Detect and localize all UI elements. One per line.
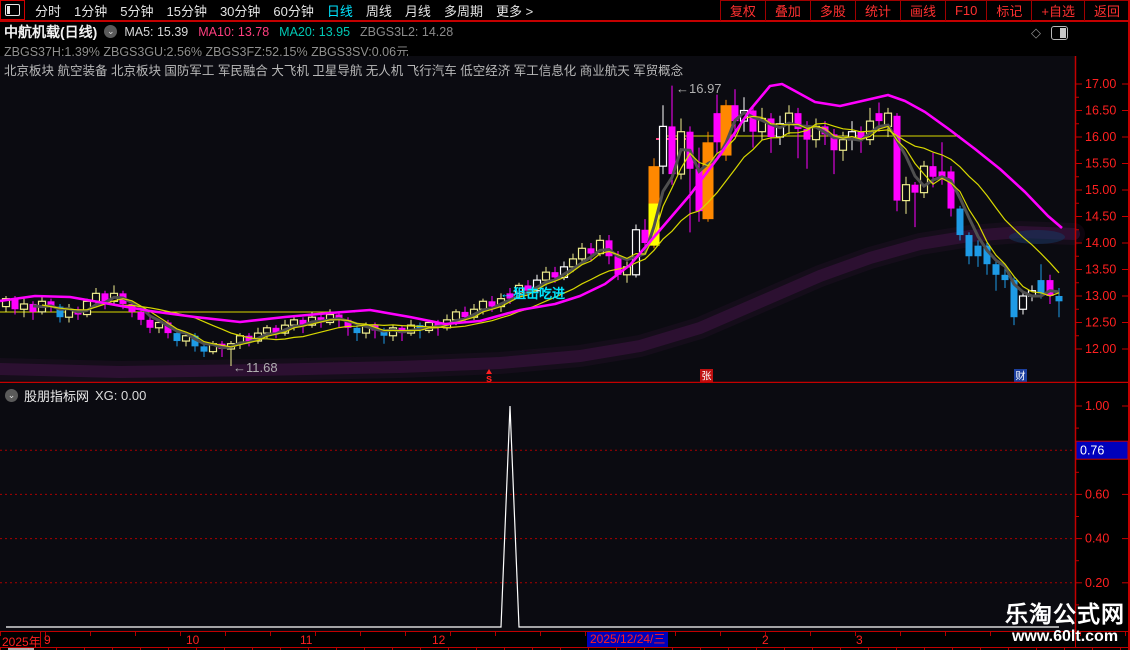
- month-label: 3: [856, 633, 863, 647]
- month-label: 9: [44, 633, 51, 647]
- month-label: 11: [300, 633, 313, 647]
- toolbar-action-button[interactable]: 多股: [809, 0, 855, 21]
- period-tab[interactable]: 1分钟: [74, 1, 107, 20]
- svg-text:13.00: 13.00: [1085, 289, 1116, 303]
- svg-text:0.76: 0.76: [1080, 444, 1104, 458]
- ma-value-list: MA5: 15.39 MA10: 13.78 MA20: 13.95 ZBGS3L2:…: [124, 25, 453, 39]
- svg-text:张: 张: [702, 371, 712, 383]
- svg-text:财: 财: [1016, 370, 1026, 383]
- toolbar-action-button[interactable]: 复权: [719, 0, 765, 21]
- date-axis[interactable]: 2025年 9 10 11 12 2 3 2025/12/24/三: [0, 631, 1129, 649]
- toolbar-action-button[interactable]: 返回: [1083, 0, 1130, 21]
- ma-value: MA5: 15.39: [124, 24, 189, 39]
- watermark: 乐淘公式网 www.60lt.com: [1001, 601, 1129, 646]
- toolbar-action-button[interactable]: 画线: [899, 0, 945, 21]
- svg-text:←狙击吃进: ←狙击吃进: [500, 286, 565, 301]
- period-tab[interactable]: 月线: [405, 1, 431, 20]
- period-toolbar: 分时 1分钟 5分钟 15分钟 30分钟 60分钟 日线 周线 月线 多周期 更多 > 复权 叠加 多股…: [0, 0, 1130, 22]
- toolbar-action-list: 复权 叠加 多股 统计 画线 F10 标记 +自选 返回: [719, 0, 1130, 21]
- period-tab[interactable]: 60分钟: [273, 1, 313, 20]
- svg-text:←11.68: ←11.68: [233, 360, 278, 375]
- svg-text:13.50: 13.50: [1085, 263, 1116, 277]
- svg-text:0.20: 0.20: [1085, 576, 1109, 590]
- svg-text:14.00: 14.00: [1085, 236, 1116, 250]
- sector-tags-line[interactable]: 北京板块 航空装备 北京板块 国防军工 军民融合 大飞机 卫星导航 无人机 飞行…: [4, 60, 683, 79]
- month-label: 2: [762, 633, 769, 647]
- svg-text:0.60: 0.60: [1085, 487, 1109, 501]
- svg-text:15.50: 15.50: [1085, 157, 1116, 171]
- period-tab[interactable]: 多周期: [444, 1, 483, 20]
- sub-indicator-chart[interactable]: 1.00 0.60 0.40 0.20 0.76: [0, 383, 1130, 631]
- ma-value: ZBGS3L2: 14.28: [360, 24, 454, 39]
- toolbar-action-button[interactable]: 统计: [854, 0, 900, 21]
- axis-divider: [40, 632, 41, 647]
- period-tab[interactable]: 周线: [366, 1, 392, 20]
- period-tab[interactable]: 分时: [35, 1, 61, 20]
- period-tab-list: 分时 1分钟 5分钟 15分钟 30分钟 60分钟 日线 周线 月线 多周期 更多 >: [35, 1, 720, 20]
- toolbar-action-button[interactable]: 叠加: [764, 0, 810, 21]
- split-window-icon[interactable]: [1051, 26, 1068, 40]
- toolbar-action-button[interactable]: F10: [944, 0, 986, 21]
- chart-header-icons: ◇: [1031, 25, 1068, 41]
- month-label: 12: [432, 633, 446, 647]
- ma-value: MA20: 13.95: [279, 24, 351, 39]
- tdx-stock-app-window: 分时 1分钟 5分钟 15分钟 30分钟 60分钟 日线 周线 月线 多周期 更多 > 复权 叠加 多股…: [0, 0, 1130, 650]
- period-tab[interactable]: 30分钟: [220, 1, 260, 20]
- period-tab[interactable]: 日线: [327, 1, 353, 20]
- svg-text:16.50: 16.50: [1085, 104, 1116, 118]
- svg-text:0.40: 0.40: [1085, 532, 1109, 546]
- svg-text:12.00: 12.00: [1085, 342, 1116, 356]
- period-tab[interactable]: 更多 >: [496, 1, 533, 20]
- sub-indicator-header: ⌄ 股朋指标网 XG: 0.00: [5, 386, 146, 405]
- month-label: 10: [186, 633, 200, 647]
- svg-text:←16.97: ←16.97: [676, 81, 722, 96]
- toolbar-action-button[interactable]: 标记: [986, 0, 1031, 21]
- chevron-down-icon[interactable]: ⌄: [104, 25, 118, 38]
- main-candlestick-chart[interactable]: ←16.97 ←11.68 ←狙击吃进 s 张 财 17.00 16.50 16.00 15.50…: [0, 56, 1130, 383]
- quote-header: 中航机载(日线) ⌄ MA5: 15.39 MA10: 13.78 MA20: 13…: [4, 23, 453, 40]
- stock-title: 中航机载(日线): [4, 23, 98, 40]
- period-tab[interactable]: 5分钟: [120, 1, 153, 20]
- toolbar-action-button[interactable]: +自选: [1031, 0, 1084, 21]
- ma-value: MA10: 13.78: [198, 24, 270, 39]
- chevron-down-icon[interactable]: ⌄: [5, 389, 18, 402]
- watermark-site-name: 乐淘公式网: [1005, 601, 1125, 627]
- svg-text:1.00: 1.00: [1085, 399, 1109, 413]
- svg-text:12.50: 12.50: [1085, 316, 1116, 330]
- panel-toggle-icon: [5, 4, 20, 16]
- diamond-icon[interactable]: ◇: [1031, 25, 1041, 41]
- svg-text:17.00: 17.00: [1085, 77, 1116, 91]
- svg-text:14.50: 14.50: [1085, 210, 1116, 224]
- period-tab[interactable]: 15分钟: [166, 1, 206, 20]
- sub-indicator-name: 股朋指标网: [24, 389, 90, 404]
- svg-text:15.00: 15.00: [1085, 183, 1116, 197]
- watermark-url: www.60lt.com: [1011, 628, 1119, 645]
- sidebar-toggle-button[interactable]: [0, 0, 25, 20]
- svg-text:16.00: 16.00: [1085, 130, 1116, 144]
- selected-date-badge: 2025/12/24/三: [587, 632, 669, 647]
- svg-text:s: s: [486, 373, 492, 383]
- sub-indicator-value: XG: 0.00: [95, 388, 147, 403]
